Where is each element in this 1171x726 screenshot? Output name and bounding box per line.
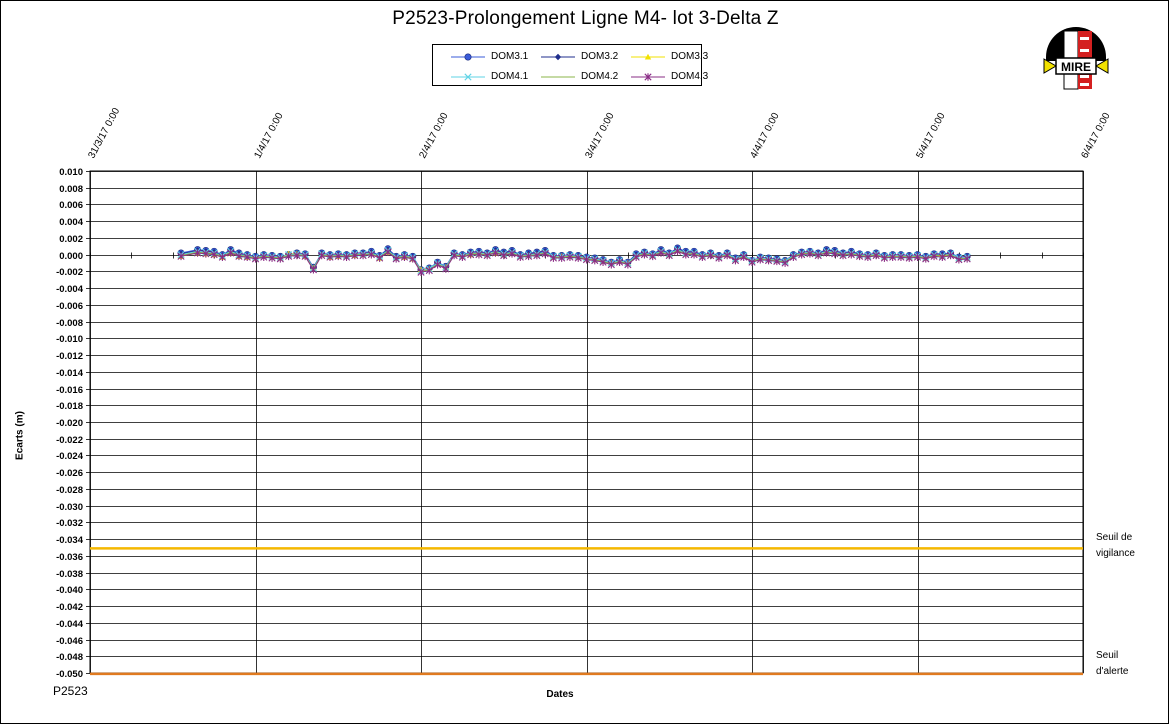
y-tick-label: -0.046 (56, 636, 83, 647)
x-tick-label: 5/4/17 0:00 (914, 111, 947, 161)
legend-label: DOM3.1 (491, 51, 529, 62)
y-tick-label: 0.004 (59, 217, 83, 228)
y-tick-label: -0.032 (56, 518, 83, 529)
chart-plot: 0.010 0.008 0.006 0.004 0.002 0.000 -0.002 -0.0… (56, 106, 1113, 680)
y-tick-label: -0.004 (56, 284, 84, 295)
threshold-label-vigilance-line2: vigilance (1096, 548, 1135, 559)
y-tick-label: 0.008 (59, 184, 83, 195)
legend-swatch-marker (554, 53, 562, 61)
legend-label: DOM4.2 (581, 71, 619, 82)
legend-swatch-marker (464, 53, 472, 61)
y-tick-label: -0.010 (56, 334, 83, 345)
threshold-label-alert: Seuil d'alerte (1096, 648, 1129, 680)
y-tick-label: -0.024 (56, 451, 84, 462)
y-tick-label: 0.010 (59, 167, 83, 178)
y-tick-label: -0.008 (56, 318, 83, 329)
y-tick-label: -0.044 (56, 619, 84, 630)
logo-text: MIRE (1061, 60, 1091, 74)
y-tick-label: 0.002 (59, 234, 83, 245)
y-axis-title: Ecarts (m) (14, 411, 26, 460)
y-tick-label: -0.026 (56, 468, 83, 479)
y-tick-label: -0.034 (56, 535, 84, 546)
y-tick-label: -0.030 (56, 502, 83, 513)
x-tick-label: 3/4/17 0:00 (583, 111, 616, 161)
y-tick-label: -0.020 (56, 418, 83, 429)
chart-title: P2523-Prolongement Ligne M4- lot 3-Delta… (392, 8, 779, 29)
y-tick-labels: 0.010 0.008 0.006 0.004 0.002 0.000 -0.002 -0.0… (56, 167, 84, 680)
x-tick-labels: 31/3/17 0:00 1/4/17 0:00 2/4/17 0:00 3/4/17… (86, 106, 1112, 161)
y-tick-label: -0.028 (56, 485, 83, 496)
y-tick-label: 0.006 (59, 200, 83, 211)
legend-label: DOM4.1 (491, 71, 529, 82)
legend-swatch (541, 76, 575, 78)
y-tick-label: -0.018 (56, 401, 83, 412)
footer-reference: P2523 (53, 684, 88, 698)
legend-label: DOM4.3 (671, 71, 709, 82)
x-tick-label: 6/4/17 0:00 (1079, 111, 1112, 161)
y-tick-label: -0.048 (56, 652, 83, 663)
y-tick-label: -0.016 (56, 385, 83, 396)
threshold-label-alert-line2: d'alerte (1096, 666, 1129, 677)
legend-swatch (451, 73, 485, 81)
plot-area-border (89, 170, 1084, 674)
threshold-label-vigilance-line1: Seuil de (1096, 532, 1133, 543)
x-tick-label: 31/3/17 0:00 (86, 106, 122, 161)
y-tick-label: -0.050 (56, 669, 83, 680)
threshold-label-alert-line1: Seuil (1096, 650, 1119, 661)
mire-logo: MIRE (1042, 27, 1110, 93)
y-tick-label: -0.038 (56, 569, 83, 580)
legend-label: DOM3.3 (671, 51, 709, 62)
legend-swatch (541, 53, 575, 61)
y-tick-label: -0.006 (56, 301, 83, 312)
x-tick-label: 1/4/17 0:00 (252, 111, 285, 161)
chart-legend: DOM3.1 DOM3.2 DOM3.3 DOM4.1 DOM4.2 DOM4.3 (432, 44, 708, 86)
x-axis-title: Dates (546, 689, 574, 700)
y-tick-label: -0.014 (56, 368, 84, 379)
y-tick-label: -0.022 (56, 435, 83, 446)
y-tick-label: -0.042 (56, 602, 83, 613)
legend-swatch (451, 53, 485, 61)
threshold-label-vigilance: Seuil de vigilance (1096, 530, 1135, 562)
legend-swatch (631, 53, 665, 60)
y-tick-label: -0.040 (56, 585, 83, 596)
chart-grid (86, 170, 1084, 674)
legend-swatch (631, 73, 665, 81)
y-tick-label: -0.002 (56, 267, 83, 278)
y-tick-label: 0.000 (59, 251, 83, 262)
chart-thresholds (90, 547, 1083, 676)
y-tick-label: -0.012 (56, 351, 83, 362)
legend-label: DOM3.2 (581, 51, 619, 62)
y-tick-label: -0.036 (56, 552, 83, 563)
x-tick-label: 2/4/17 0:00 (417, 111, 450, 161)
x-tick-label: 4/4/17 0:00 (748, 111, 781, 161)
